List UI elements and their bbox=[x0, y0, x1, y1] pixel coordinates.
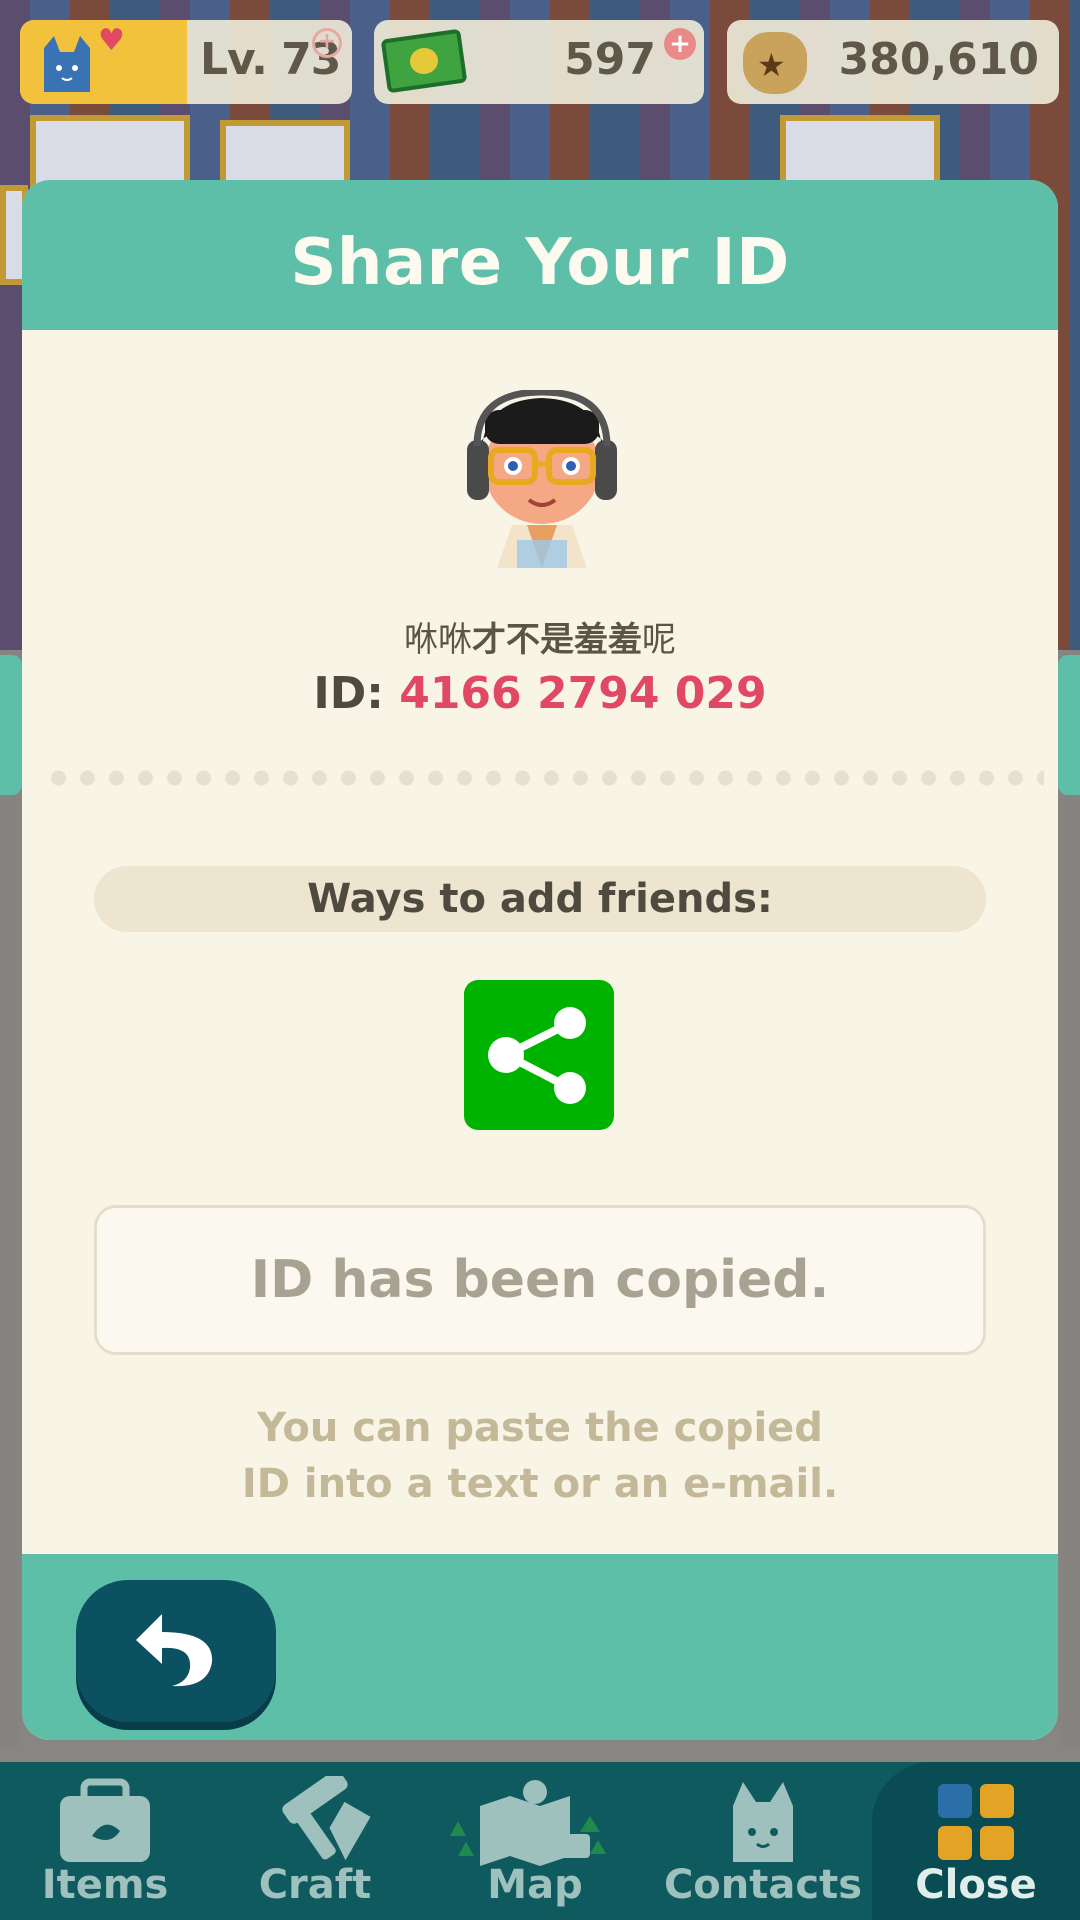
wall-left bbox=[0, 650, 22, 1750]
bag-icon bbox=[60, 1778, 150, 1862]
copied-message-box: ID has been copied. bbox=[94, 1205, 986, 1355]
back-button[interactable] bbox=[76, 1580, 276, 1722]
heart-icon: ♥ bbox=[98, 23, 125, 58]
bell-bag-icon bbox=[743, 32, 807, 94]
share-button[interactable] bbox=[464, 980, 614, 1130]
cat-badge: ♥ bbox=[20, 20, 187, 104]
player-name: 咻咻才不是羞羞呢 bbox=[22, 612, 1058, 661]
hint-line: ID into a text or an e-mail. bbox=[241, 1461, 839, 1507]
cat-icon bbox=[44, 36, 90, 92]
background-panel-edge bbox=[1058, 655, 1080, 795]
wall-right bbox=[1058, 650, 1080, 1750]
back-arrow-icon bbox=[136, 1614, 213, 1687]
dotted-divider bbox=[44, 770, 1044, 786]
nav-label: Close bbox=[915, 1862, 1037, 1908]
id-value: 4166 2794 029 bbox=[399, 668, 767, 719]
bells-count: 380,610 bbox=[838, 34, 1039, 85]
leaf-tickets-display[interactable]: 597 + bbox=[374, 20, 704, 104]
player-name-part: 才不是羞羞 bbox=[472, 620, 642, 660]
background-panel-edge bbox=[0, 655, 22, 795]
level-display[interactable]: ♥ Lv. 73 + bbox=[20, 20, 352, 104]
dialog-title: Share Your ID bbox=[290, 226, 790, 300]
nav-label: Map bbox=[487, 1862, 583, 1908]
id-prefix: ID: bbox=[313, 668, 400, 719]
ways-to-add-label: Ways to add friends: bbox=[94, 866, 986, 932]
dialog-footer bbox=[22, 1554, 1058, 1740]
nav-items[interactable]: Items bbox=[0, 1762, 210, 1920]
player-name-part: 咻咻 bbox=[404, 620, 472, 660]
share-id-dialog: Share Your ID 咻咻才不是羞羞呢 ID: 4166 2794 029… bbox=[22, 180, 1058, 1740]
nav-label: Contacts bbox=[663, 1862, 863, 1908]
paste-hint: You can paste the copied ID into a text … bbox=[22, 1400, 1058, 1512]
share-icon bbox=[488, 1007, 586, 1104]
grid-icon bbox=[938, 1784, 1014, 1860]
map-icon bbox=[450, 1780, 606, 1866]
player-avatar bbox=[467, 390, 617, 568]
leaf-ticket-icon bbox=[380, 28, 468, 94]
bells-display: 380,610 bbox=[727, 20, 1059, 104]
nav-label: Items bbox=[41, 1862, 169, 1908]
nav-contacts[interactable]: Contacts bbox=[658, 1762, 868, 1920]
leaf-tickets-count: 597 bbox=[564, 34, 656, 85]
cat-face-icon bbox=[733, 1782, 793, 1862]
zoom-icon: + bbox=[312, 28, 342, 58]
nav-map[interactable]: Map bbox=[430, 1762, 640, 1920]
hammer-saw-icon bbox=[282, 1776, 371, 1861]
nav-craft[interactable]: Craft bbox=[210, 1762, 420, 1920]
player-id: ID: 4166 2794 029 bbox=[22, 668, 1058, 719]
add-tickets-button[interactable]: + bbox=[664, 28, 696, 60]
bottom-nav: Items Craft Map Contacts Close bbox=[0, 1762, 1080, 1920]
nav-label: Craft bbox=[258, 1862, 372, 1908]
hint-line: You can paste the copied bbox=[257, 1405, 823, 1451]
nav-close[interactable]: Close bbox=[872, 1762, 1080, 1920]
player-name-part: 呢 bbox=[642, 620, 676, 660]
dialog-header: Share Your ID bbox=[22, 180, 1058, 330]
